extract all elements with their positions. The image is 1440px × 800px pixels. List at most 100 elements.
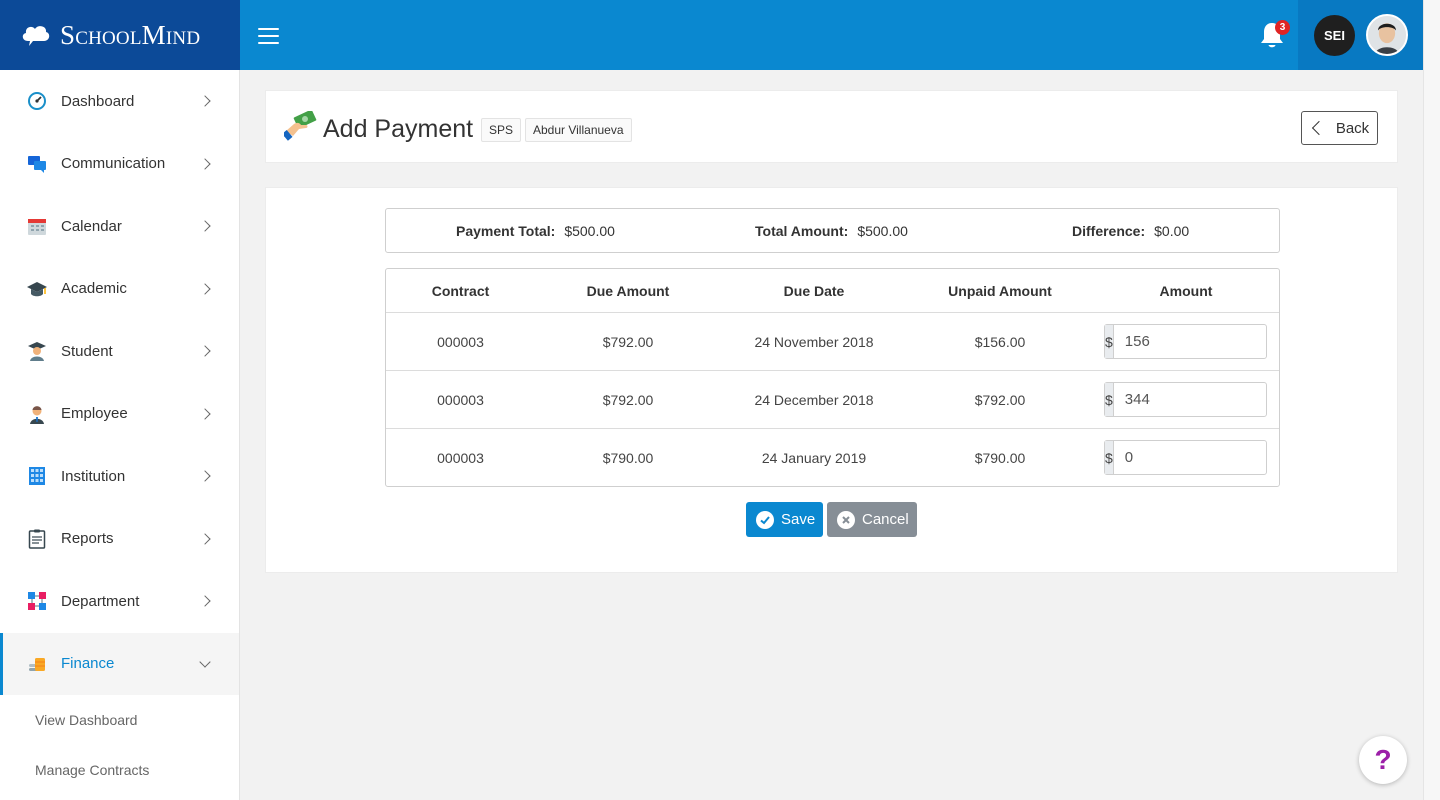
notification-badge: 3 <box>1275 20 1290 35</box>
total-amount-label: Total Amount: <box>755 223 849 239</box>
sidebar-item-reports[interactable]: Reports <box>0 508 239 571</box>
sidebar-item-academic[interactable]: Academic <box>0 258 239 321</box>
amount-input[interactable] <box>1113 383 1324 416</box>
amount-input[interactable] <box>1113 325 1324 358</box>
sidebar-item-label: Department <box>61 592 140 610</box>
sidebar-item-finance[interactable]: Finance <box>0 632 239 695</box>
brand-logo[interactable]: SchoolMind <box>0 0 240 70</box>
clipboard-icon <box>26 528 48 550</box>
sidebar-item-student[interactable]: Student <box>0 320 239 383</box>
due-amount-cell: $790.00 <box>602 450 654 466</box>
chat-bubbles-icon <box>26 153 48 175</box>
org-chart-icon <box>26 590 48 612</box>
currency-prefix: $ <box>1105 325 1114 358</box>
unpaid-amount-cell: $156.00 <box>974 333 1026 350</box>
column-header-amount: Amount <box>1159 282 1213 299</box>
sidebar-item-employee[interactable]: Employee <box>0 383 239 446</box>
check-circle-icon <box>756 510 774 529</box>
sidebar-item-label: Academic <box>61 280 127 298</box>
sidebar-subitem-manage-contracts[interactable]: Manage Contracts <box>0 745 239 795</box>
due-amount-cell: $792.00 <box>602 391 654 408</box>
help-button[interactable]: ? <box>1359 736 1407 784</box>
due-date-cell: 24 November 2018 <box>754 333 874 350</box>
calendar-icon <box>26 215 48 237</box>
column-header-contract: Contract <box>431 282 490 299</box>
back-button-label: Back <box>1335 119 1370 137</box>
unpaid-amount-cell: $792.00 <box>974 391 1026 408</box>
sidebar: Dashboard Communication Calendar Academi… <box>0 70 240 800</box>
unpaid-amount-cell: $790.00 <box>974 450 1026 466</box>
amount-input-group: $ <box>1104 440 1324 475</box>
hamburger-menu-icon[interactable] <box>258 28 279 44</box>
sidebar-item-calendar[interactable]: Calendar <box>0 195 239 258</box>
payment-total-label: Payment Total: <box>456 223 556 239</box>
school-tag: SPS <box>481 118 522 142</box>
currency-prefix: $ <box>1105 383 1114 416</box>
profile-photo-avatar[interactable] <box>1366 14 1408 56</box>
contract-cell: 000003 <box>437 450 484 466</box>
due-date-cell: 24 December 2018 <box>754 391 874 408</box>
save-button[interactable]: Save <box>746 502 823 537</box>
money-hand-icon <box>284 111 317 141</box>
cancel-button[interactable]: Cancel <box>827 502 917 537</box>
speech-cloud-icon <box>22 26 50 46</box>
page-title: Add Payment <box>323 115 474 143</box>
chevron-left-icon <box>1311 120 1326 136</box>
table-header-row: Contract Due Amount Due Date Unpaid Amou… <box>386 269 1279 313</box>
column-header-unpaid-amount: Unpaid Amount <box>948 282 1052 299</box>
column-header-due-date: Due Date <box>783 282 845 299</box>
difference-value: $0.00 <box>1154 223 1190 239</box>
save-button-label: Save <box>781 511 816 528</box>
currency-prefix: $ <box>1105 441 1114 474</box>
table-row: 000003 $792.00 24 November 2018 $156.00 … <box>386 313 1324 371</box>
table-row: 000003 $790.00 24 January 2019 $790.00 $ <box>386 429 1324 487</box>
sidebar-item-label: Reports <box>61 530 114 548</box>
sidebar-item-label: Communication <box>61 155 166 173</box>
difference: Difference: $0.00 <box>1072 223 1189 239</box>
column-header-due-amount: Due Amount <box>586 282 670 299</box>
speedometer-icon <box>26 90 48 112</box>
payment-form-card: Payment Total: $500.00 Total Amount: $50… <box>265 187 1398 573</box>
sidebar-item-label: Employee <box>61 405 128 423</box>
sidebar-item-department[interactable]: Department <box>0 570 239 633</box>
amount-input-group: $ <box>1104 382 1324 417</box>
difference-label: Difference: <box>1072 223 1146 239</box>
sidebar-item-label: Student <box>61 342 113 360</box>
cancel-button-label: Cancel <box>862 511 909 528</box>
top-navbar: SchoolMind 3 SEI <box>0 0 1423 70</box>
page-header: Add Payment SPS Abdur Villanueva Back <box>265 90 1398 163</box>
student-name-tag: Abdur Villanueva <box>525 118 632 142</box>
employee-icon <box>26 403 48 425</box>
scrollbar[interactable] <box>1423 0 1440 800</box>
amount-input-group: $ <box>1104 324 1324 359</box>
due-date-cell: 24 January 2019 <box>761 450 867 466</box>
person-photo-icon <box>1368 16 1406 54</box>
due-amount-cell: $792.00 <box>602 333 654 350</box>
sidebar-item-dashboard[interactable]: Dashboard <box>0 70 239 133</box>
building-icon <box>26 465 48 487</box>
sidebar-item-label: Dashboard <box>61 92 135 110</box>
close-circle-icon <box>837 510 855 529</box>
total-amount-value: $500.00 <box>857 223 908 239</box>
payment-summary: Payment Total: $500.00 Total Amount: $50… <box>385 208 1280 253</box>
back-button[interactable]: Back <box>1301 111 1378 145</box>
coins-icon <box>26 653 48 675</box>
sidebar-item-institution[interactable]: Institution <box>0 445 239 508</box>
payment-table: Contract Due Amount Due Date Unpaid Amou… <box>385 268 1324 487</box>
table-row: 000003 $792.00 24 December 2018 $792.00 … <box>386 371 1324 429</box>
amount-input[interactable] <box>1113 441 1324 474</box>
brand-name: SchoolMind <box>60 19 201 50</box>
total-amount: Total Amount: $500.00 <box>755 223 908 239</box>
user-initials-avatar[interactable]: SEI <box>1314 15 1355 56</box>
contract-cell: 000003 <box>437 333 484 350</box>
contract-cell: 000003 <box>437 391 484 408</box>
sidebar-item-label: Finance <box>61 655 115 673</box>
sidebar-item-label: Calendar <box>61 217 122 235</box>
sidebar-item-label: Institution <box>61 467 126 485</box>
payment-total: Payment Total: $500.00 <box>456 223 615 239</box>
graduation-cap-icon <box>26 278 48 300</box>
sidebar-subitem-view-dashboard[interactable]: View Dashboard <box>0 695 239 745</box>
payment-total-value: $500.00 <box>564 223 615 239</box>
student-icon <box>26 340 48 362</box>
sidebar-item-communication[interactable]: Communication <box>0 133 239 196</box>
